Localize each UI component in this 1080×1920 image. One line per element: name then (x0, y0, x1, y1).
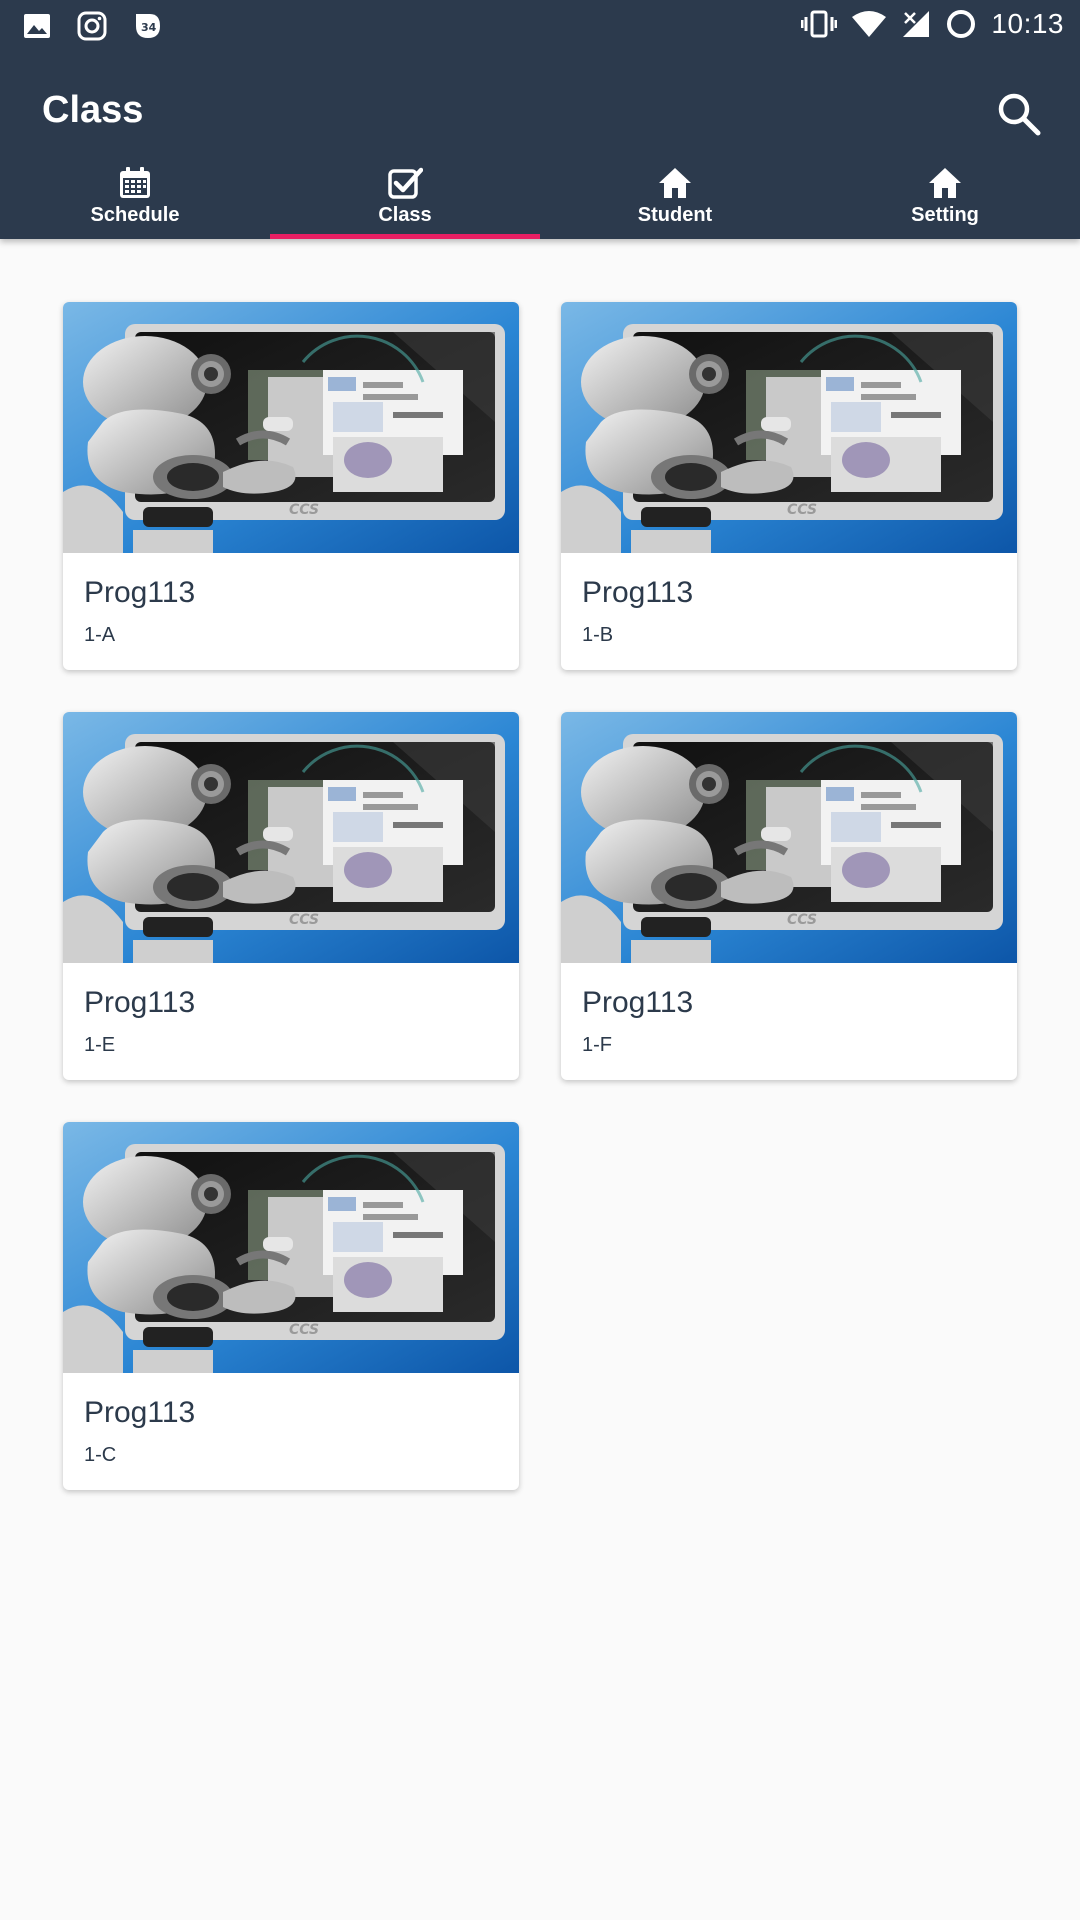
class-title: Prog113 (582, 986, 694, 1019)
robot-computer-illustration (63, 712, 519, 963)
vibrate-icon (801, 10, 838, 38)
calendar-icon (120, 167, 150, 198)
class-section: 1-C (84, 1444, 117, 1466)
class-card[interactable]: Prog113 1-A (63, 302, 519, 670)
notification-count: 34 (141, 21, 157, 34)
status-time: 10:13 (991, 8, 1064, 39)
class-title: Prog113 (582, 576, 694, 609)
class-card[interactable]: Prog113 1-B (561, 302, 1017, 670)
page-title: Class (42, 89, 144, 131)
class-title: Prog113 (84, 576, 196, 609)
class-section: 1-E (84, 1034, 116, 1056)
status-bar: 34 10:13 (0, 0, 1080, 51)
class-section: 1-B (582, 624, 614, 646)
sync-icon (947, 10, 976, 38)
tab-student[interactable]: Student (540, 160, 810, 239)
tab-label: Student (637, 204, 713, 226)
class-section: 1-F (582, 1034, 612, 1056)
robot-computer-illustration (561, 712, 1017, 963)
app-bar: Class (0, 51, 1080, 136)
class-title: Prog113 (84, 986, 196, 1019)
wifi-icon (852, 11, 887, 37)
class-card[interactable]: Prog113 1-E (63, 712, 519, 1080)
tab-class[interactable]: Class (270, 160, 540, 239)
robot-computer-illustration (63, 1122, 519, 1373)
tab-label: Setting (911, 204, 979, 226)
tab-label: Schedule (90, 204, 180, 226)
robot-computer-illustration (561, 302, 1017, 553)
class-card[interactable]: Prog113 1-C (63, 1122, 519, 1490)
signal-icon (903, 11, 930, 37)
checkbox-icon (388, 167, 423, 199)
home-icon (929, 168, 961, 198)
class-card[interactable]: Prog113 1-F (561, 712, 1017, 1080)
tab-bar: Schedule Class Student Setting (0, 160, 1080, 239)
tab-setting[interactable]: Setting (810, 160, 1080, 239)
image-icon (24, 14, 50, 38)
instagram-icon (77, 11, 107, 41)
tab-label: Class (378, 204, 432, 226)
status-notifications: 34 (22, 10, 164, 42)
tab-schedule[interactable]: Schedule (0, 160, 270, 239)
search-button[interactable] (994, 89, 1044, 139)
app-header: 34 10:13 Class Schedule Class Student Se… (0, 0, 1080, 239)
notification-count-icon: 34 (136, 14, 160, 38)
class-title: Prog113 (84, 1396, 196, 1429)
class-section: 1-A (84, 624, 116, 646)
search-icon (998, 93, 1041, 136)
status-system: 10:13 (801, 8, 1064, 40)
home-icon (659, 168, 691, 198)
robot-computer-illustration (63, 302, 519, 553)
